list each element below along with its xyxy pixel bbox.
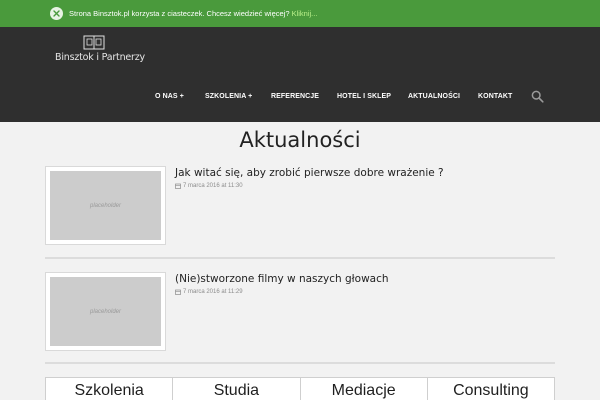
cookie-notice-text: Strona Binsztok.pl korzysta z ciasteczek…	[69, 9, 292, 18]
cookie-notice: Strona Binsztok.pl korzysta z ciasteczek…	[69, 9, 317, 18]
post-date: 7 marca 2016 at 11:30	[183, 183, 243, 189]
calendar-icon	[175, 183, 181, 189]
page-title: Aktualności	[239, 128, 361, 152]
nav-item-o-nas[interactable]: O NAS +	[155, 93, 184, 100]
placeholder-label: placeholder	[89, 308, 122, 315]
nav-item-aktualnosci[interactable]: AKTUALNOŚCI	[408, 93, 460, 100]
category-consulting[interactable]: Consulting	[428, 378, 554, 400]
category-studia[interactable]: Studia	[173, 378, 301, 400]
post-divider	[45, 257, 555, 259]
main-nav: O NAS + SZKOLENIA + REFERENCJE HOTEL I S…	[0, 90, 600, 108]
logo-text: Binsztok i Partnerzy	[55, 52, 145, 63]
post-thumbnail[interactable]: placeholder	[45, 166, 166, 245]
post-divider	[45, 362, 555, 364]
post-title[interactable]: Jak witać się, aby zrobić pierwsze dobre…	[175, 167, 444, 179]
post-title[interactable]: (Nie)stworzone filmy w naszych głowach	[175, 273, 389, 285]
post-item: placeholder Jak witać się, aby zrobić pi…	[45, 166, 555, 246]
post-item: placeholder (Nie)stworzone filmy w naszy…	[45, 272, 555, 352]
category-tiles: Szkolenia Studia Mediacje Consulting	[45, 377, 555, 400]
cookie-bar: Strona Binsztok.pl korzysta z ciasteczek…	[0, 0, 600, 27]
placeholder-image: placeholder	[50, 277, 161, 346]
close-icon[interactable]	[50, 7, 63, 20]
placeholder-label: placeholder	[89, 202, 122, 209]
nav-item-hotel-i-sklep[interactable]: HOTEL I SKLEP	[337, 93, 391, 100]
placeholder-image: placeholder	[50, 171, 161, 240]
nav-item-szkolenia[interactable]: SZKOLENIA +	[205, 93, 252, 100]
category-mediacje[interactable]: Mediacje	[301, 378, 428, 400]
category-szkolenia[interactable]: Szkolenia	[46, 378, 174, 400]
search-icon[interactable]	[531, 90, 544, 108]
calendar-icon	[175, 289, 181, 295]
site-logo[interactable]: Binsztok i Partnerzy	[55, 35, 145, 69]
post-meta: 7 marca 2016 at 11:30	[175, 183, 243, 189]
post-meta: 7 marca 2016 at 11:29	[175, 289, 243, 295]
book-logo-icon	[83, 35, 105, 50]
cookie-more-link[interactable]: Kliknij...	[292, 9, 318, 18]
nav-item-kontakt[interactable]: KONTAKT	[478, 93, 512, 100]
post-date: 7 marca 2016 at 11:29	[183, 289, 243, 295]
site-header: Binsztok i Partnerzy O NAS + SZKOLENIA +…	[0, 27, 600, 122]
nav-item-referencje[interactable]: REFERENCJE	[271, 93, 319, 100]
post-thumbnail[interactable]: placeholder	[45, 272, 166, 351]
